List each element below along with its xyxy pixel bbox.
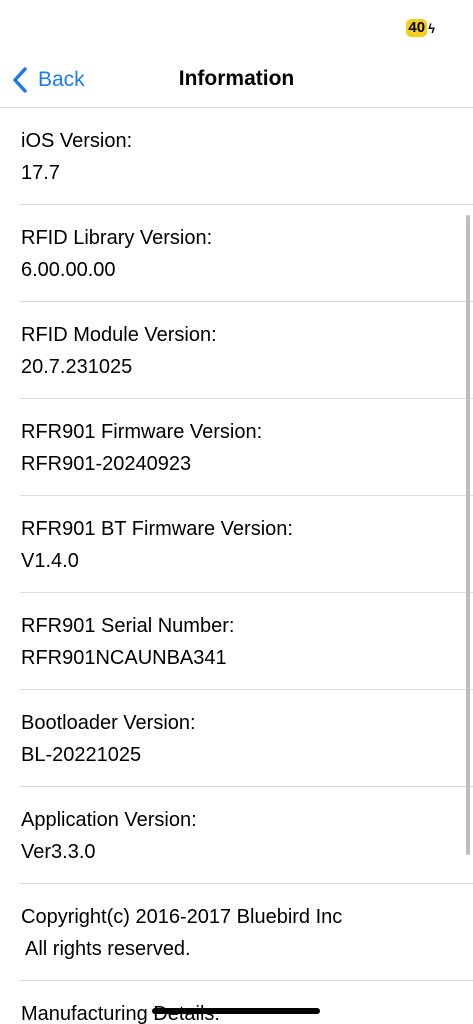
- information-screen: 40 ϟ Back Information iOS Version: 17.7 …: [0, 0, 473, 1024]
- battery-level: 40: [406, 19, 428, 37]
- info-value: BL-20221025: [21, 744, 142, 766]
- scrollbar[interactable]: [466, 215, 470, 855]
- status-bar: 40 ϟ: [0, 0, 473, 52]
- info-label: Bootloader Version:: [21, 712, 196, 734]
- rights-text: All rights reserved.: [25, 938, 191, 960]
- info-value: Ver3.3.0: [21, 841, 96, 863]
- info-value: 6.00.00.00: [21, 259, 116, 281]
- info-label: Application Version:: [21, 809, 197, 831]
- copyright-text: Copyright(c) 2016-2017 Bluebird Inc: [21, 906, 343, 928]
- info-row-serial-number: RFR901 Serial Number: RFR901NCAUNBA341: [20, 593, 473, 690]
- info-row-application-version: Application Version: Ver3.3.0: [20, 787, 473, 884]
- info-value: 17.7: [21, 162, 60, 184]
- info-row-bt-firmware-version: RFR901 BT Firmware Version: V1.4.0: [20, 496, 473, 593]
- home-indicator[interactable]: [152, 1008, 320, 1014]
- info-label: RFR901 Firmware Version:: [21, 421, 263, 443]
- info-label: RFR901 BT Firmware Version:: [21, 518, 293, 540]
- info-list: iOS Version: 17.7 RFID Library Version: …: [0, 108, 473, 1024]
- info-value: RFR901-20240923: [21, 453, 192, 475]
- info-label: RFID Library Version:: [21, 227, 213, 249]
- page-title: Information: [178, 67, 295, 90]
- info-label: RFR901 Serial Number:: [21, 615, 235, 637]
- navigation-bar: Back Information: [0, 52, 473, 108]
- info-row-bootloader-version: Bootloader Version: BL-20221025: [20, 690, 473, 787]
- copyright-row: Copyright(c) 2016-2017 Bluebird Inc All …: [20, 884, 473, 981]
- info-row-ios-version: iOS Version: 17.7: [20, 108, 473, 205]
- info-row-firmware-version: RFR901 Firmware Version: RFR901-20240923: [20, 399, 473, 496]
- info-value: V1.4.0: [21, 550, 79, 572]
- info-row-rfid-library-version: RFID Library Version: 6.00.00.00: [20, 205, 473, 302]
- info-value: 20.7.231025: [21, 356, 133, 378]
- bolt-icon: ϟ: [428, 20, 435, 36]
- info-label: RFID Module Version:: [21, 324, 217, 346]
- info-label: iOS Version:: [21, 130, 133, 152]
- info-row-rfid-module-version: RFID Module Version: 20.7.231025: [20, 302, 473, 399]
- battery-indicator: 40 ϟ: [406, 18, 435, 38]
- info-value: RFR901NCAUNBA341: [21, 647, 227, 669]
- manufacturing-details-row[interactable]: Manufacturing Details:: [20, 981, 473, 1024]
